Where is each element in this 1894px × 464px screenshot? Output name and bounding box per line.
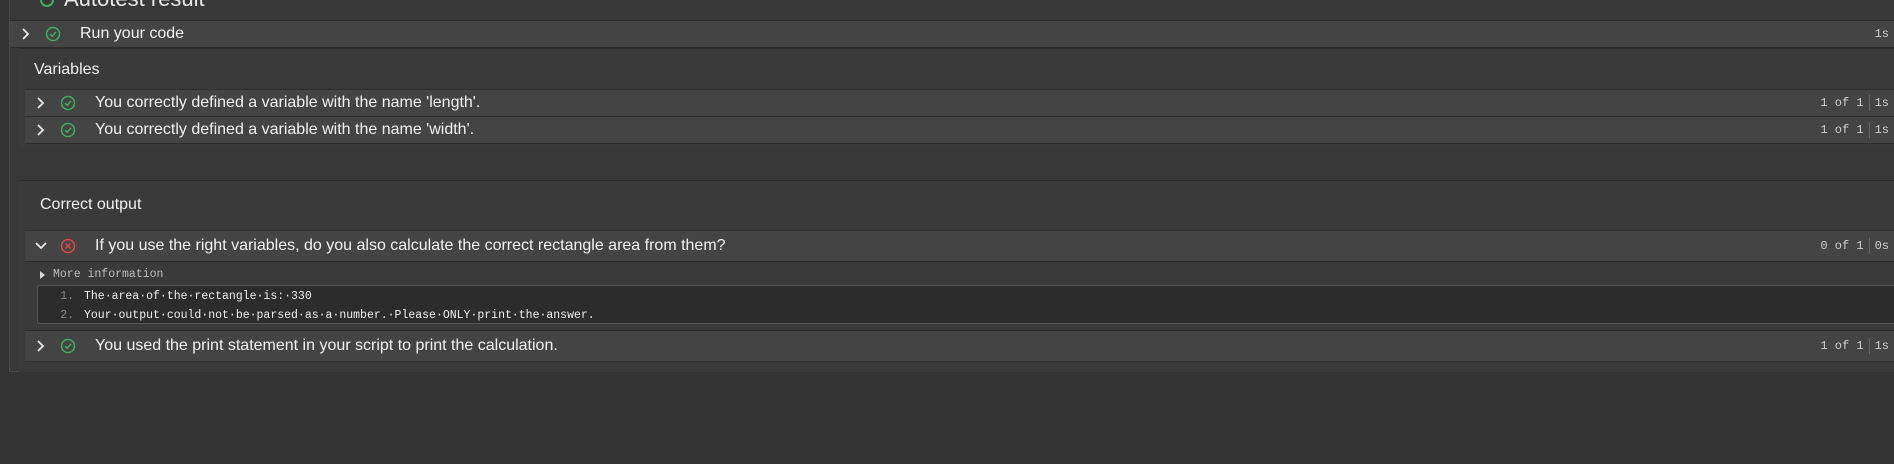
test-time: 1s	[1874, 339, 1889, 353]
run-code-label: Run your code	[80, 25, 185, 42]
run-code-meta: 1s	[1875, 21, 1889, 47]
chevron-right-icon[interactable]	[35, 124, 47, 136]
test-label: You correctly defined a variable with th…	[95, 94, 481, 111]
test-time: 0s	[1874, 239, 1889, 253]
test-score: 1 of 1	[1820, 96, 1864, 110]
output-line: 2. Your·output·could·not·be·parsed·as·a·…	[38, 306, 595, 324]
test-meta: 0 of 1 0s	[1820, 231, 1889, 261]
meta-divider	[1868, 122, 1870, 138]
chevron-right-icon[interactable]	[35, 340, 47, 352]
test-row-expanded[interactable]: If you use the right variables, do you a…	[25, 230, 1894, 262]
variables-group: Variables You correctly defined a variab…	[19, 48, 1894, 149]
line-text: Your·output·could·not·be·parsed·as·a·num…	[84, 308, 595, 322]
test-score: 1 of 1	[1820, 339, 1864, 353]
test-meta: 1 of 1 1s	[1820, 117, 1889, 143]
check-circle-icon	[40, 0, 54, 8]
meta-divider	[1868, 95, 1870, 111]
line-number: 2.	[60, 308, 74, 322]
check-circle-icon	[59, 121, 77, 139]
run-code-time: 1s	[1874, 27, 1889, 41]
test-meta: 1 of 1 1s	[1820, 331, 1889, 361]
chevron-down-icon[interactable]	[35, 240, 47, 252]
test-row[interactable]: You correctly defined a variable with th…	[25, 116, 1894, 144]
correct-output-section-title: Correct output	[40, 196, 142, 213]
x-circle-icon	[59, 237, 77, 255]
check-circle-icon	[59, 337, 77, 355]
meta-divider	[1868, 238, 1870, 254]
test-time: 1s	[1874, 123, 1889, 137]
line-text: The·area·of·the·rectangle·is:·330	[84, 289, 312, 303]
test-score: 0 of 1	[1820, 239, 1864, 253]
check-circle-icon	[44, 25, 62, 43]
autotest-panel: Autotest result Run your code 1s Variabl…	[9, 0, 1894, 372]
test-label: You correctly defined a variable with th…	[95, 121, 475, 138]
meta-divider	[1868, 338, 1870, 354]
output-box: 1. The·area·of·the·rectangle·is:·330 2. …	[37, 285, 1894, 324]
test-label: You used the print statement in your scr…	[95, 337, 558, 354]
triangle-right-icon	[40, 270, 45, 279]
test-row[interactable]: You correctly defined a variable with th…	[25, 89, 1894, 117]
run-code-row[interactable]: Run your code 1s	[10, 20, 1894, 48]
output-line: 1. The·area·of·the·rectangle·is:·330	[38, 287, 312, 305]
more-information-label: More information	[53, 268, 164, 281]
test-label: If you use the right variables, do you a…	[95, 237, 726, 254]
test-row[interactable]: You used the print statement in your scr…	[25, 330, 1894, 362]
test-score: 1 of 1	[1820, 123, 1864, 137]
check-circle-icon	[59, 94, 77, 112]
autotest-title: Autotest result	[64, 0, 205, 11]
test-meta: 1 of 1 1s	[1820, 90, 1889, 116]
autotest-header: Autotest result	[40, 0, 205, 12]
chevron-right-icon[interactable]	[35, 97, 47, 109]
test-time: 1s	[1874, 96, 1889, 110]
line-number: 1.	[60, 289, 74, 303]
variables-section-title: Variables	[34, 61, 100, 78]
more-information-toggle[interactable]: More information	[40, 268, 163, 281]
chevron-right-icon[interactable]	[20, 28, 32, 40]
